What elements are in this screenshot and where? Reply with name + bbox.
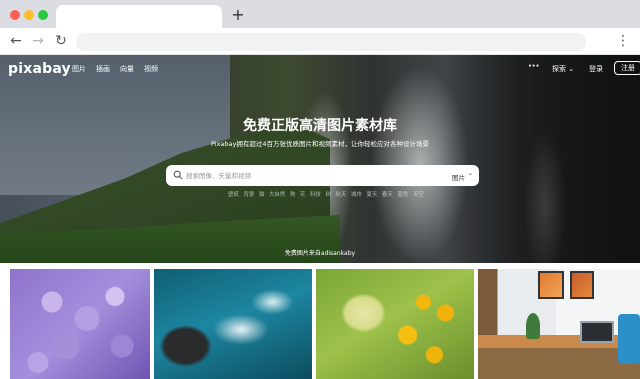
- nav-item-photos[interactable]: 图片: [72, 64, 86, 74]
- search-icon[interactable]: [173, 170, 183, 180]
- login-link[interactable]: 登录: [589, 64, 603, 74]
- tag-link[interactable]: 大自然: [269, 192, 285, 198]
- tag-link[interactable]: 科技: [310, 192, 321, 198]
- browser-tabstrip: +: [0, 0, 640, 28]
- tag-link[interactable]: 天空: [413, 192, 424, 198]
- photo-office-desk[interactable]: [478, 269, 640, 379]
- chevron-down-icon[interactable]: ⌄: [468, 170, 473, 177]
- search-type-select[interactable]: 图片: [452, 172, 465, 182]
- browser-tab-active[interactable]: [56, 5, 222, 28]
- back-arrow-icon[interactable]: ←: [7, 32, 25, 50]
- tag-link[interactable]: 狗: [290, 192, 296, 198]
- join-button[interactable]: 注册: [614, 61, 640, 75]
- hero-subtitle: Pixabay拥有超过4百万张优质图片和视频素材，让你轻松应对各种设计场景: [210, 140, 429, 148]
- tag-link[interactable]: 春天: [382, 192, 393, 198]
- hero-title: 免费正版高清图片素材库: [243, 118, 397, 134]
- browser-toolbar: ← → ↻ ⋮: [0, 28, 640, 55]
- photo-ocean-waves[interactable]: [154, 269, 312, 379]
- photo-credit[interactable]: 免费图片来自adisankaby: [0, 248, 640, 257]
- photo-hydrangea[interactable]: [10, 269, 150, 379]
- nav-item-videos[interactable]: 视频: [144, 64, 158, 74]
- tag-link[interactable]: 猫: [259, 192, 265, 198]
- address-bar[interactable]: [76, 33, 586, 51]
- search-input[interactable]: [186, 168, 436, 183]
- tag-link[interactable]: 城市: [351, 192, 362, 198]
- reload-icon[interactable]: ↻: [52, 32, 70, 50]
- tag-link[interactable]: 背景: [243, 192, 254, 198]
- forward-arrow-icon[interactable]: →: [29, 32, 47, 50]
- tag-link[interactable]: 蓝色: [397, 192, 408, 198]
- tag-link[interactable]: 秋天: [336, 192, 347, 198]
- top-nav: 图片 插画 向量 视频: [72, 64, 158, 74]
- pixabay-logo[interactable]: pixabay: [8, 61, 71, 77]
- tag-link[interactable]: 花: [300, 192, 306, 198]
- tag-link[interactable]: 壁纸: [228, 192, 239, 198]
- more-menu-icon[interactable]: ···: [528, 61, 539, 72]
- popular-tags: 壁纸 背景 猫 大自然 狗 花 科技 树 秋天 城市 夏天 春天 蓝色 天空 风…: [228, 190, 428, 198]
- tag-link[interactable]: 树: [325, 192, 331, 198]
- maximize-window-button[interactable]: [38, 10, 48, 20]
- photo-butterfly-flowers[interactable]: [316, 269, 474, 379]
- explore-dropdown[interactable]: 探索 ⌄: [552, 64, 574, 74]
- minimize-window-button[interactable]: [24, 10, 34, 20]
- nav-item-vectors[interactable]: 向量: [120, 64, 134, 74]
- new-tab-button[interactable]: +: [230, 5, 246, 25]
- search-bar: 图片 ⌄: [166, 165, 479, 186]
- hero-banner: pixabay 图片 插画 向量 视频 ··· 探索 ⌄ 登录 注册 免费正版高…: [0, 55, 640, 263]
- nav-item-illustrations[interactable]: 插画: [96, 64, 110, 74]
- browser-menu-icon[interactable]: ⋮: [616, 32, 630, 50]
- tag-link[interactable]: 夏天: [366, 192, 377, 198]
- photo-grid: [0, 269, 640, 379]
- close-window-button[interactable]: [10, 10, 20, 20]
